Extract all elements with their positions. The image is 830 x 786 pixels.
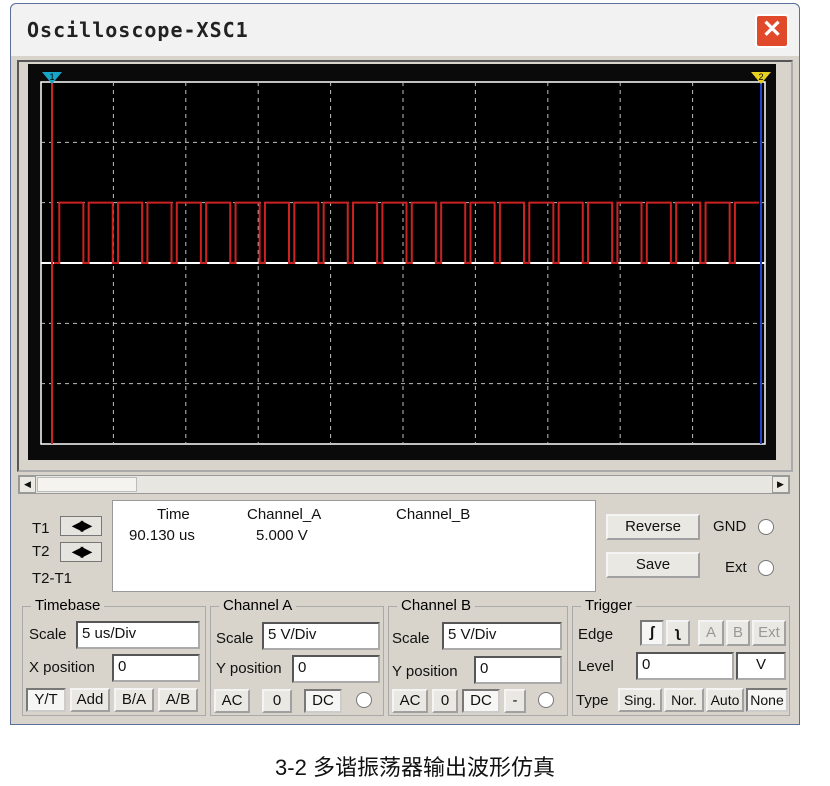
channel-b-ypos-label: Y position	[392, 663, 458, 680]
x-position-field[interactable]: 0	[112, 654, 200, 682]
scrollbar-thumb[interactable]	[37, 477, 137, 492]
readout-t1-channel-a: 5.000 V	[256, 527, 308, 544]
measurement-readout: Time Channel_A Channel_B 90.130 us 5.000…	[112, 500, 596, 592]
trigger-title: Trigger	[581, 597, 636, 614]
cursor-t2-label: 2	[758, 72, 763, 82]
t1-move-arrows[interactable]: ◀▶	[60, 516, 102, 536]
channel-b-minus-button[interactable]: -	[504, 689, 526, 713]
channel-b-dc-button[interactable]: DC	[462, 689, 500, 713]
gnd-radio[interactable]	[758, 519, 774, 535]
ext-radio[interactable]	[758, 560, 774, 576]
mode-add-button[interactable]: Add	[70, 688, 110, 712]
readout-t1-time: 90.130 us	[129, 527, 195, 544]
channel-a-dc-button[interactable]: DC	[304, 689, 342, 713]
trigger-level-label: Level	[578, 658, 614, 675]
timebase-title: Timebase	[31, 597, 104, 614]
scroll-right-arrow[interactable]: ▶	[772, 476, 789, 493]
t2-label: T2	[32, 543, 50, 560]
trigger-level-field[interactable]: 0	[636, 652, 734, 680]
channel-b-ac-button[interactable]: AC	[392, 689, 428, 713]
mode-ab-button[interactable]: A/B	[158, 688, 198, 712]
channel-a-scale-label: Scale	[216, 630, 254, 647]
channel-a-title: Channel A	[219, 597, 296, 614]
save-button[interactable]: Save	[606, 552, 700, 578]
trigger-rising-edge-button[interactable]: ʃ	[640, 620, 664, 646]
channel-a-zero-button[interactable]: 0	[262, 689, 292, 713]
channel-b-invert-radio[interactable]	[538, 692, 554, 708]
channel-a-invert-radio[interactable]	[356, 692, 372, 708]
channel-b-title: Channel B	[397, 597, 475, 614]
trigger-normal-button[interactable]: Nor.	[664, 688, 704, 712]
trigger-single-button[interactable]: Sing.	[618, 688, 662, 712]
trigger-level-unit[interactable]: V	[736, 652, 786, 680]
trigger-source-ext-button[interactable]: Ext	[752, 620, 786, 646]
mode-ba-button[interactable]: B/A	[114, 688, 154, 712]
figure-caption: 3-2 多谐振荡器输出波形仿真	[0, 750, 830, 782]
cursor-t1-label: 1	[49, 72, 54, 82]
trigger-falling-edge-button[interactable]: ʅ	[666, 620, 690, 646]
scope-screen: 1 2	[28, 64, 776, 460]
channel-b-scale-label: Scale	[392, 630, 430, 647]
horizontal-scrollbar[interactable]: ◀ ▶	[18, 475, 790, 494]
t2-t1-label: T2-T1	[32, 570, 72, 587]
close-button[interactable]: ✕	[755, 14, 789, 48]
timebase-scale-label: Scale	[29, 626, 67, 643]
t2-move-arrows[interactable]: ◀▶	[60, 542, 102, 562]
reverse-button[interactable]: Reverse	[606, 514, 700, 540]
channel-b-scale-field[interactable]: 5 V/Div	[442, 622, 562, 650]
scroll-left-arrow[interactable]: ◀	[19, 476, 36, 493]
readout-header-channel-a: Channel_A	[247, 506, 321, 523]
channel-a-ypos-field[interactable]: 0	[292, 655, 380, 683]
window-title: Oscilloscope-XSC1	[27, 18, 249, 42]
x-position-label: X position	[29, 659, 95, 676]
cursor-controls: T1 ◀▶ T2 ◀▶ T2-T1	[24, 508, 110, 592]
channel-b-ypos-field[interactable]: 0	[474, 656, 562, 684]
title-bar[interactable]: Oscilloscope-XSC1 ✕	[11, 4, 799, 56]
gnd-label: GND	[713, 518, 746, 535]
channel-a-ypos-label: Y position	[216, 660, 282, 677]
trigger-source-a-button[interactable]: A	[698, 620, 724, 646]
mode-yt-button[interactable]: Y/T	[26, 688, 66, 712]
channel-b-zero-button[interactable]: 0	[432, 689, 458, 713]
ext-label: Ext	[725, 559, 747, 576]
t1-label: T1	[32, 520, 50, 537]
timebase-scale-field[interactable]: 5 us/Div	[76, 621, 200, 649]
trigger-edge-label: Edge	[578, 626, 613, 643]
trigger-auto-button[interactable]: Auto	[706, 688, 744, 712]
trigger-none-button[interactable]: None	[746, 688, 788, 712]
readout-header-time: Time	[157, 506, 190, 523]
channel-a-ac-button[interactable]: AC	[214, 689, 250, 713]
trigger-source-b-button[interactable]: B	[726, 620, 750, 646]
readout-header-channel-b: Channel_B	[396, 506, 470, 523]
trigger-type-label: Type	[576, 692, 609, 709]
channel-a-scale-field[interactable]: 5 V/Div	[262, 622, 380, 650]
